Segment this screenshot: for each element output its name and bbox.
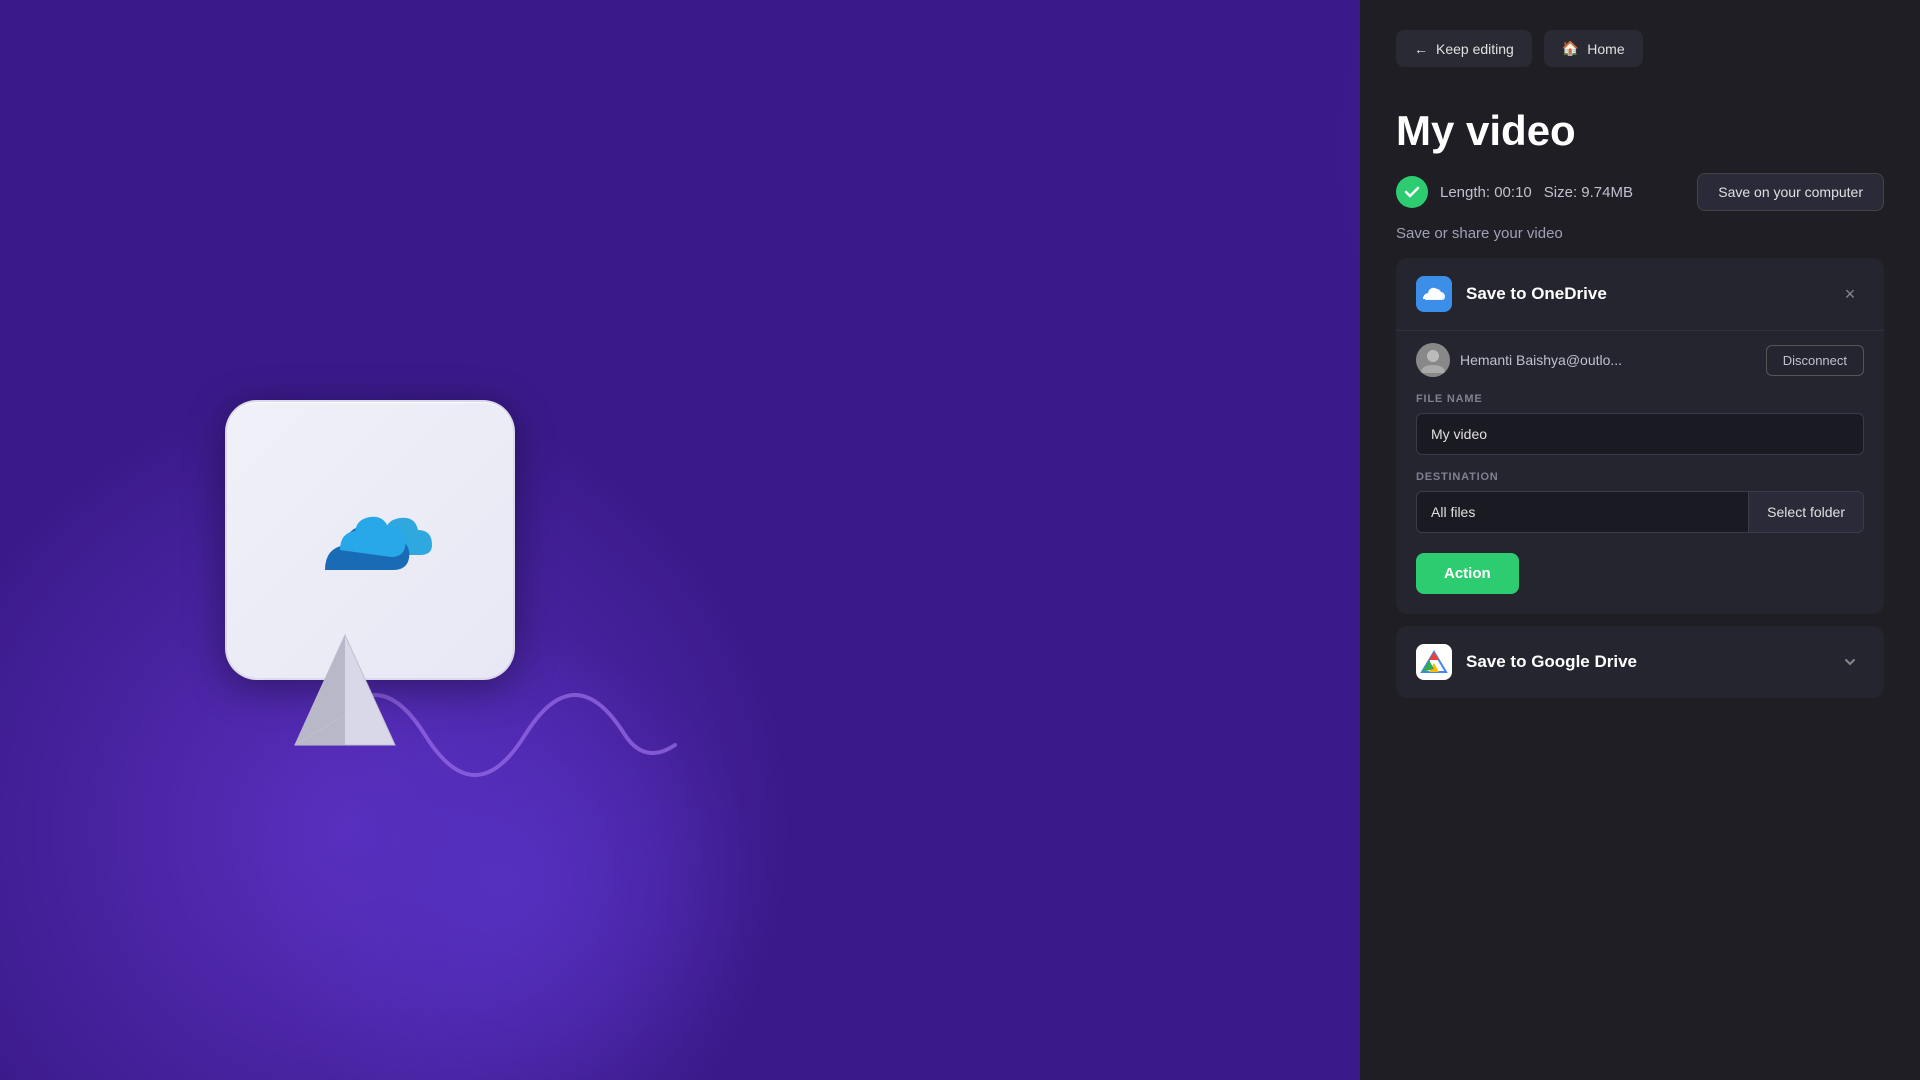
page-title: My video — [1396, 107, 1884, 155]
google-drive-service-icon — [1416, 644, 1452, 680]
left-illustration — [0, 0, 740, 1080]
google-drive-expand-button[interactable] — [1836, 648, 1864, 676]
share-label: Save or share your video — [1396, 225, 1884, 242]
top-nav: ← Keep editing 🏠 Home — [1396, 30, 1884, 67]
onedrive-card-panel: Save to OneDrive × Hemanti Baishya@outlo… — [1396, 258, 1884, 614]
home-button[interactable]: 🏠 Home — [1544, 30, 1643, 67]
onedrive-header-left: Save to OneDrive — [1416, 276, 1607, 312]
home-icon: 🏠 — [1562, 40, 1579, 57]
account-email: Hemanti Baishya@outlo... — [1460, 352, 1622, 368]
google-drive-service-name: Save to Google Drive — [1466, 652, 1637, 672]
onedrive-service-name: Save to OneDrive — [1466, 284, 1607, 304]
onedrive-service-icon — [1416, 276, 1452, 312]
select-folder-button[interactable]: Select folder — [1749, 491, 1864, 533]
account-left: Hemanti Baishya@outlo... — [1416, 343, 1622, 377]
avatar — [1416, 343, 1450, 377]
disconnect-button[interactable]: Disconnect — [1766, 345, 1864, 376]
onedrive-form: FILE NAME DESTINATION Select folder Acti… — [1396, 393, 1884, 614]
meta-left: Length: 00:10 Size: 9.74MB — [1396, 176, 1633, 208]
onedrive-close-button[interactable]: × — [1836, 280, 1864, 308]
illustration-wrapper — [225, 400, 515, 680]
google-drive-card: Save to Google Drive — [1396, 626, 1884, 698]
video-length: Length: 00:10 — [1440, 184, 1532, 201]
video-size: Size: 9.74MB — [1544, 184, 1633, 201]
account-row: Hemanti Baishya@outlo... Disconnect — [1396, 330, 1884, 393]
meta-row: Length: 00:10 Size: 9.74MB Save on your … — [1396, 173, 1884, 211]
google-drive-header: Save to Google Drive — [1396, 626, 1884, 698]
file-name-input[interactable] — [1416, 413, 1864, 455]
keep-editing-button[interactable]: ← Keep editing — [1396, 30, 1532, 67]
onedrive-cloud-icon — [290, 490, 450, 590]
back-arrow-icon: ← — [1414, 41, 1428, 57]
action-button[interactable]: Action — [1416, 553, 1519, 594]
keep-editing-label: Keep editing — [1436, 41, 1514, 57]
home-label: Home — [1587, 41, 1624, 57]
destination-input[interactable] — [1416, 491, 1749, 533]
destination-row: Select folder — [1416, 491, 1864, 533]
file-name-label: FILE NAME — [1416, 393, 1864, 405]
check-circle-icon — [1396, 176, 1428, 208]
right-panel: ← Keep editing 🏠 Home My video Length: 0… — [1360, 0, 1920, 1080]
gdrive-header-left: Save to Google Drive — [1416, 644, 1637, 680]
destination-label: DESTINATION — [1416, 471, 1864, 483]
save-computer-button[interactable]: Save on your computer — [1697, 173, 1884, 211]
onedrive-header: Save to OneDrive × — [1396, 258, 1884, 330]
paper-plane-illustration — [285, 615, 405, 760]
